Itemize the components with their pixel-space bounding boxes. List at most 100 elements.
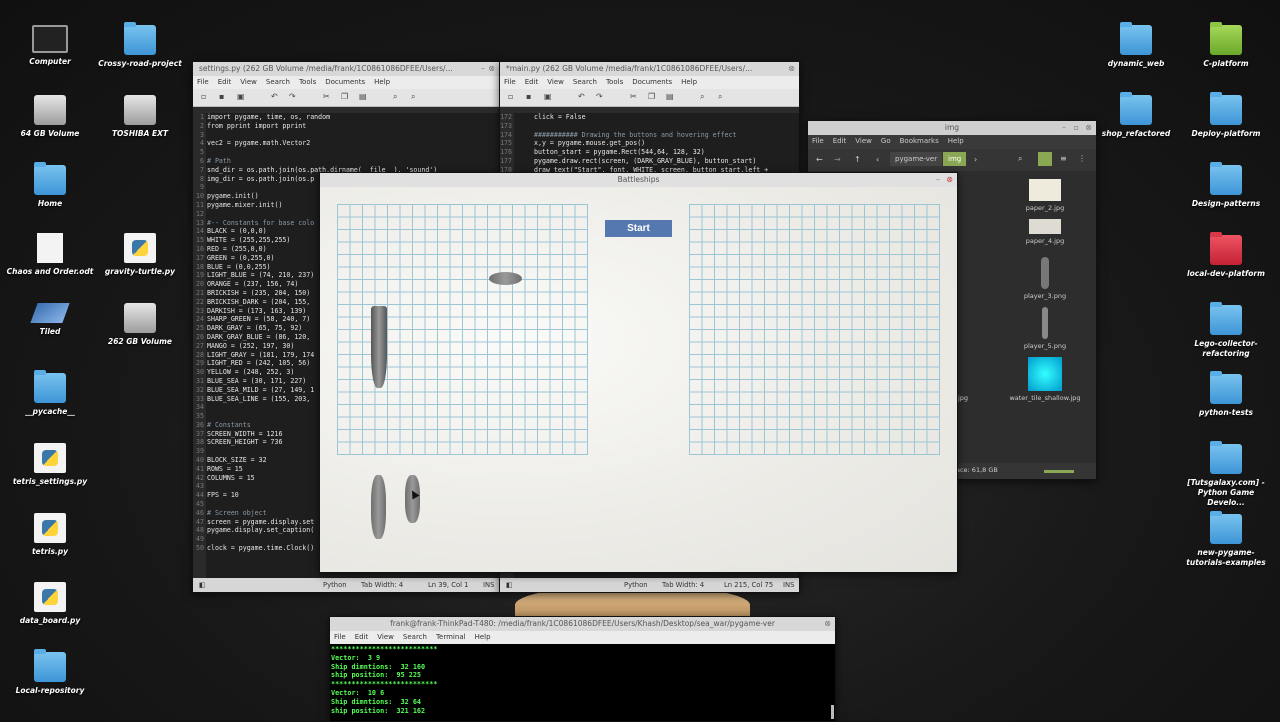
desktop-icon-deploy-platform[interactable]: Deploy-platform bbox=[1181, 92, 1271, 139]
menu-edit[interactable]: Edit bbox=[525, 78, 539, 86]
menu-terminal[interactable]: Terminal bbox=[436, 633, 466, 641]
compact-view-icon[interactable]: ⋮ bbox=[1078, 154, 1086, 163]
menu-file[interactable]: File bbox=[812, 137, 824, 145]
desktop-icon-tetris-settings[interactable]: tetris_settings.py bbox=[5, 443, 95, 487]
path-left-arrow-icon[interactable]: ‹ bbox=[876, 155, 879, 164]
paste-icon[interactable]: ▤ bbox=[666, 93, 674, 101]
menu-help[interactable]: Help bbox=[681, 78, 697, 86]
path-segment-parent[interactable]: pygame-ver bbox=[890, 152, 943, 166]
status-language[interactable]: Python bbox=[624, 578, 648, 592]
maximize-icon[interactable]: ▫ bbox=[1074, 121, 1079, 135]
ship-dock-1[interactable] bbox=[371, 475, 386, 539]
minimize-icon[interactable]: – bbox=[481, 62, 485, 76]
desktop-icon-local-dev-platform[interactable]: local-dev-platform bbox=[1181, 232, 1271, 279]
menu-view[interactable]: View bbox=[240, 78, 257, 86]
window-titlebar[interactable]: img – ▫ ⊗ bbox=[808, 121, 1096, 135]
menu-help[interactable]: Help bbox=[948, 137, 964, 145]
menu-search[interactable]: Search bbox=[573, 78, 597, 86]
desktop-icon-dynamic-web[interactable]: dynamic_web bbox=[1091, 22, 1181, 69]
menu-file[interactable]: File bbox=[197, 78, 209, 86]
close-icon[interactable]: ⊗ bbox=[488, 62, 495, 76]
file-item[interactable]: paper_4.jpg bbox=[1008, 219, 1082, 245]
game-canvas[interactable]: Start bbox=[320, 187, 957, 572]
desktop-icon-tetris[interactable]: tetris.py bbox=[5, 513, 95, 557]
up-icon[interactable]: ↑ bbox=[854, 155, 861, 164]
grid-view-icon[interactable] bbox=[1038, 152, 1052, 166]
menu-bookmarks[interactable]: Bookmarks bbox=[900, 137, 939, 145]
menu-tools[interactable]: Tools bbox=[299, 78, 316, 86]
desktop-icon-c-platform[interactable]: C-platform bbox=[1181, 22, 1271, 69]
save-file-icon[interactable]: ▣ bbox=[237, 93, 245, 101]
copy-icon[interactable]: ❐ bbox=[648, 93, 656, 101]
path-segment-current[interactable]: img bbox=[943, 152, 967, 166]
open-file-icon[interactable]: ▪ bbox=[526, 93, 534, 101]
sidebar-toggle-icon[interactable]: ◧ bbox=[506, 578, 512, 592]
status-language[interactable]: Python bbox=[323, 578, 347, 592]
menu-help[interactable]: Help bbox=[475, 633, 491, 641]
open-file-icon[interactable]: ▪ bbox=[219, 93, 227, 101]
close-icon[interactable]: ⊗ bbox=[824, 617, 831, 631]
window-titlebar[interactable]: *main.py (262 GB Volume /media/frank/1C0… bbox=[500, 62, 799, 76]
menu-view[interactable]: View bbox=[547, 78, 564, 86]
undo-icon[interactable]: ↶ bbox=[271, 93, 279, 101]
desktop-icon-computer[interactable]: Computer bbox=[5, 25, 95, 67]
menu-edit[interactable]: Edit bbox=[355, 633, 369, 641]
window-titlebar[interactable]: Battleships – ⊗ bbox=[320, 173, 957, 187]
cut-icon[interactable]: ✂ bbox=[630, 93, 638, 101]
desktop-icon-tiled[interactable]: Tiled bbox=[5, 303, 95, 337]
cut-icon[interactable]: ✂ bbox=[323, 93, 331, 101]
ship-long-vertical[interactable] bbox=[371, 306, 387, 388]
menu-documents[interactable]: Documents bbox=[325, 78, 365, 86]
replace-icon[interactable]: ⌕ bbox=[411, 93, 419, 101]
file-item[interactable]: water_tile_shallow.jpg bbox=[1008, 357, 1082, 402]
file-item[interactable]: paper_2.jpg bbox=[1008, 179, 1082, 212]
desktop-icon-crossy-road[interactable]: Crossy-road-project bbox=[95, 22, 185, 69]
terminal-scrollbar[interactable] bbox=[831, 705, 834, 719]
terminal-output[interactable]: ************************** Vector: 3 9 Shi… bbox=[331, 645, 829, 721]
desktop-icon-tutsgalaxy[interactable]: [Tutsgalaxy.com] - Python Game Develo... bbox=[1181, 441, 1271, 508]
ship-horizontal[interactable] bbox=[489, 272, 522, 285]
save-file-icon[interactable]: ▣ bbox=[544, 93, 552, 101]
menu-search[interactable]: Search bbox=[266, 78, 290, 86]
desktop-icon-toshiba[interactable]: TOSHIBA EXT bbox=[95, 95, 185, 139]
menu-view[interactable]: View bbox=[855, 137, 872, 145]
desktop-icon-pycache[interactable]: __pycache__ bbox=[5, 370, 95, 417]
menu-tools[interactable]: Tools bbox=[606, 78, 623, 86]
window-titlebar[interactable]: settings.py (262 GB Volume /media/frank/… bbox=[193, 62, 499, 76]
search-icon[interactable]: ⌕ bbox=[1018, 154, 1022, 164]
new-file-icon[interactable]: ▫ bbox=[508, 93, 516, 101]
desktop-icon-262gb[interactable]: 262 GB Volume bbox=[95, 303, 185, 347]
sidebar-toggle-icon[interactable]: ◧ bbox=[199, 578, 205, 592]
new-file-icon[interactable]: ▫ bbox=[201, 93, 209, 101]
menu-go[interactable]: Go bbox=[881, 137, 891, 145]
minimize-icon[interactable]: – bbox=[1062, 121, 1066, 135]
desktop-icon-new-pygame[interactable]: new-pygame-tutorials-examples bbox=[1181, 511, 1271, 568]
menu-help[interactable]: Help bbox=[374, 78, 390, 86]
list-view-icon[interactable]: ≡ bbox=[1060, 154, 1067, 163]
start-button[interactable]: Start bbox=[605, 220, 672, 237]
menu-file[interactable]: File bbox=[504, 78, 516, 86]
desktop-icon-data-board[interactable]: data_board.py bbox=[5, 582, 95, 626]
paste-icon[interactable]: ▤ bbox=[359, 93, 367, 101]
back-icon[interactable]: ← bbox=[816, 155, 823, 164]
redo-icon[interactable]: ↷ bbox=[596, 93, 604, 101]
desktop-icon-python-tests[interactable]: python-tests bbox=[1181, 371, 1271, 418]
close-icon[interactable]: ⊗ bbox=[788, 62, 795, 76]
minimize-icon[interactable]: – bbox=[936, 173, 940, 187]
file-item-partial[interactable]: jpg bbox=[958, 394, 968, 402]
menu-file[interactable]: File bbox=[334, 633, 346, 641]
window-titlebar[interactable]: frank@frank-ThinkPad-T480: /media/frank/… bbox=[330, 617, 835, 631]
status-tab-width[interactable]: Tab Width: 4 bbox=[662, 578, 704, 592]
enemy-grid[interactable] bbox=[689, 204, 940, 455]
search-icon[interactable]: ⌕ bbox=[700, 93, 708, 101]
file-item[interactable]: player_3.png bbox=[1008, 257, 1082, 300]
desktop-icon-gravity-turtle[interactable]: gravity-turtle.py bbox=[95, 233, 185, 277]
menu-view[interactable]: View bbox=[377, 633, 394, 641]
desktop-icon-local-repo[interactable]: Local-repository bbox=[5, 649, 95, 696]
undo-icon[interactable]: ↶ bbox=[578, 93, 586, 101]
menu-edit[interactable]: Edit bbox=[833, 137, 847, 145]
menu-edit[interactable]: Edit bbox=[218, 78, 232, 86]
desktop-icon-home[interactable]: Home bbox=[5, 162, 95, 209]
desktop-icon-lego-collector[interactable]: Lego-collector-refactoring bbox=[1181, 302, 1271, 359]
code-lines[interactable]: click = False ########### Drawing the bu… bbox=[534, 113, 799, 175]
